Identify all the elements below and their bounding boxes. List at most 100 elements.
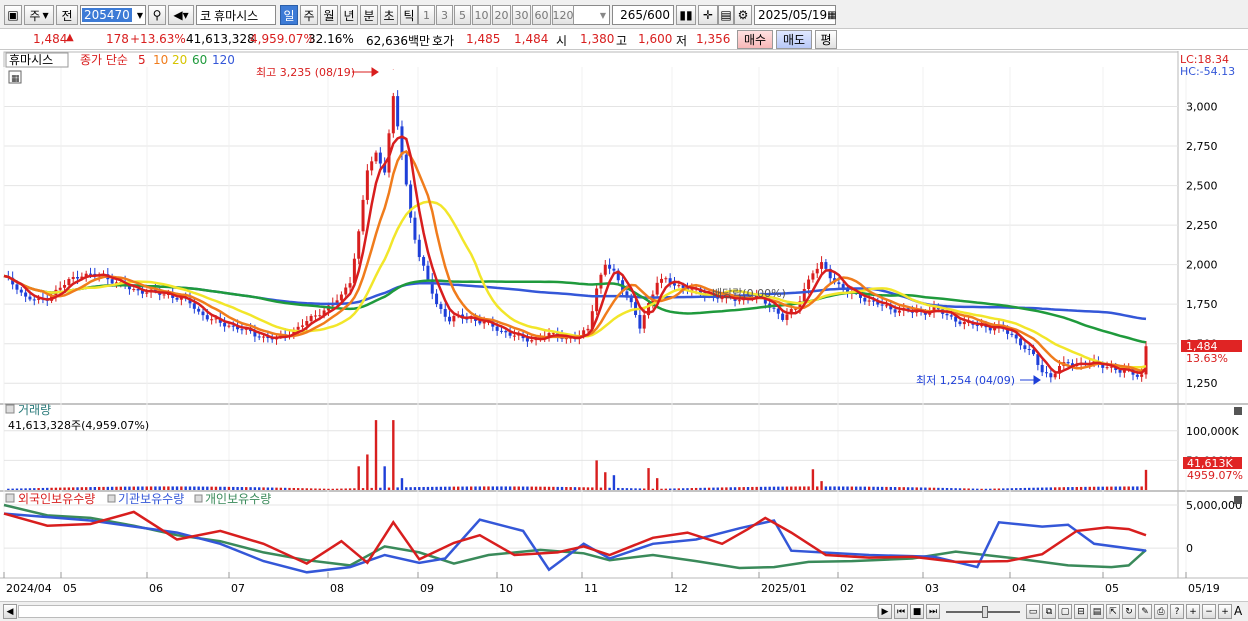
interval-60[interactable]: 60	[532, 5, 551, 25]
candle-body	[318, 315, 322, 317]
zoom-reset-icon[interactable]: +	[1218, 604, 1232, 619]
volume-bar	[759, 486, 763, 490]
timeframe-3[interactable]: 년	[340, 5, 358, 25]
stock-name-field[interactable]: 코 휴마시스	[196, 5, 276, 25]
scroll-right-icon[interactable]: ▶	[878, 604, 892, 619]
volume-bar	[733, 487, 737, 490]
refresh-icon[interactable]: ↻	[1122, 604, 1136, 619]
zoom-out-icon[interactable]: −	[1202, 604, 1216, 619]
window-icon[interactable]: ▢	[1058, 604, 1072, 619]
volume-bar	[405, 487, 408, 490]
holdings-panel-icon[interactable]	[5, 493, 15, 503]
panel-icon[interactable]: ▤	[1090, 604, 1104, 619]
paint-icon[interactable]: ✎	[1138, 604, 1152, 619]
volume-panel-title: 거래량	[18, 403, 51, 417]
chevron-down-icon[interactable]: ▼	[137, 11, 143, 20]
candle-body	[525, 338, 529, 342]
volume-bar	[803, 486, 806, 490]
volume-bar	[885, 486, 888, 490]
volume-bar	[1045, 487, 1048, 490]
volume-bar	[764, 486, 767, 490]
volume-panel-close-icon[interactable]	[1234, 407, 1242, 415]
dividend-annotation: 배당락(0.00%)	[712, 287, 786, 300]
date-field[interactable]: 2025/05/19 ▦	[754, 5, 837, 25]
volume-bar	[850, 486, 854, 490]
gear-icon[interactable]: ⚙	[734, 5, 752, 25]
stop-icon[interactable]: ■	[910, 604, 924, 619]
print-icon[interactable]: ⎙	[1154, 604, 1168, 619]
volume-bar	[560, 486, 564, 490]
volume-panel-icon[interactable]	[5, 404, 15, 414]
scroll-last-icon[interactable]: ⏭	[926, 604, 940, 619]
candle-body	[19, 289, 23, 293]
export-icon[interactable]: ⇱	[1106, 604, 1120, 619]
bar-count-field[interactable]: 265/600	[612, 5, 674, 25]
prev-button[interactable]: 전	[56, 5, 78, 25]
timeframe-6[interactable]: 틱	[400, 5, 418, 25]
split-icon[interactable]: ⊟	[1074, 604, 1088, 619]
volume-bar	[361, 488, 365, 490]
period-select[interactable]: ▼	[572, 5, 610, 25]
volume-bar	[54, 487, 58, 490]
volume-bar	[1079, 486, 1083, 490]
candle-type-icon[interactable]: ▮▮	[676, 5, 696, 25]
stock-code-input[interactable]: 205470 ▼	[80, 5, 146, 25]
stock-chart[interactable]: 3,0002,7502,5002,2502,0001,7501,5001,250…	[0, 51, 1248, 603]
candle-body	[361, 199, 365, 232]
calendar-icon[interactable]: ▦	[827, 10, 836, 21]
current-price: 1,484	[33, 32, 68, 46]
candle-body	[448, 316, 452, 322]
timeframe-1[interactable]: 주	[300, 5, 318, 25]
volume-bar	[824, 486, 828, 490]
zoom-in-icon[interactable]: +	[1186, 604, 1200, 619]
scroll-left-icon[interactable]: ◀	[3, 604, 17, 619]
interval-3[interactable]: 3	[436, 5, 453, 25]
timeframe-4[interactable]: 분	[360, 5, 378, 25]
sell-button[interactable]: 매도	[776, 30, 812, 49]
font-size-icon[interactable]: A	[1234, 604, 1242, 618]
search-icon[interactable]: ⚲	[148, 5, 166, 25]
candle-body	[495, 326, 499, 331]
window-menu-icon[interactable]: ▣	[4, 5, 22, 25]
volume-bar	[820, 481, 823, 490]
period-type-select[interactable]: 주 ▼	[24, 5, 54, 25]
volume-bar	[110, 486, 114, 490]
legend-ma20: 20	[172, 53, 187, 67]
candle-body	[824, 262, 828, 269]
volume-bar	[807, 486, 810, 490]
timeframe-2[interactable]: 월	[320, 5, 338, 25]
chart-scrollbar[interactable]: ◀ ▶ ⏮ ■ ⏭ ▭ ⧉ ▢ ⊟ ▤ ⇱ ↻ ✎ ⎙ ? + − + A	[0, 601, 1248, 621]
interval-30[interactable]: 30	[512, 5, 531, 25]
turnover-pct: 32.16%	[308, 32, 354, 46]
interval-5[interactable]: 5	[454, 5, 471, 25]
help-icon[interactable]: ?	[1170, 604, 1184, 619]
scroll-first-icon[interactable]: ⏮	[894, 604, 908, 619]
evaluation-button[interactable]: 평	[815, 30, 837, 49]
interval-120[interactable]: 120	[552, 5, 574, 25]
copy-icon[interactable]: ⧉	[1042, 604, 1056, 619]
volume-bar	[586, 487, 590, 490]
crosshair-icon[interactable]: ✛	[698, 5, 718, 25]
timeframe-5[interactable]: 초	[380, 5, 398, 25]
interval-1[interactable]: 1	[418, 5, 435, 25]
scroll-track[interactable]	[18, 605, 878, 618]
volume-bar	[829, 486, 832, 490]
holdings-panel-close-icon[interactable]	[1234, 496, 1242, 504]
zoom-slider-handle[interactable]	[982, 606, 988, 618]
save-icon[interactable]: ▤	[718, 5, 734, 25]
timeframe-0[interactable]: 일	[280, 5, 298, 25]
volume-bar	[63, 487, 66, 490]
volume-bar	[1131, 486, 1135, 490]
buy-button[interactable]: 매수	[737, 30, 773, 49]
layout-icon[interactable]: ▭	[1026, 604, 1040, 619]
volume-bar	[1136, 486, 1139, 490]
volume-bar	[253, 487, 257, 490]
volume-bar	[1058, 487, 1061, 490]
legend-ma120: 120	[212, 53, 235, 67]
interval-20[interactable]: 20	[492, 5, 511, 25]
speaker-icon[interactable]: ◀▾	[168, 5, 194, 25]
volume-bar	[742, 487, 745, 490]
institution-holdings-line	[3, 512, 1147, 574]
holdings-tick-label: 0	[1186, 542, 1193, 555]
interval-10[interactable]: 10	[472, 5, 491, 25]
